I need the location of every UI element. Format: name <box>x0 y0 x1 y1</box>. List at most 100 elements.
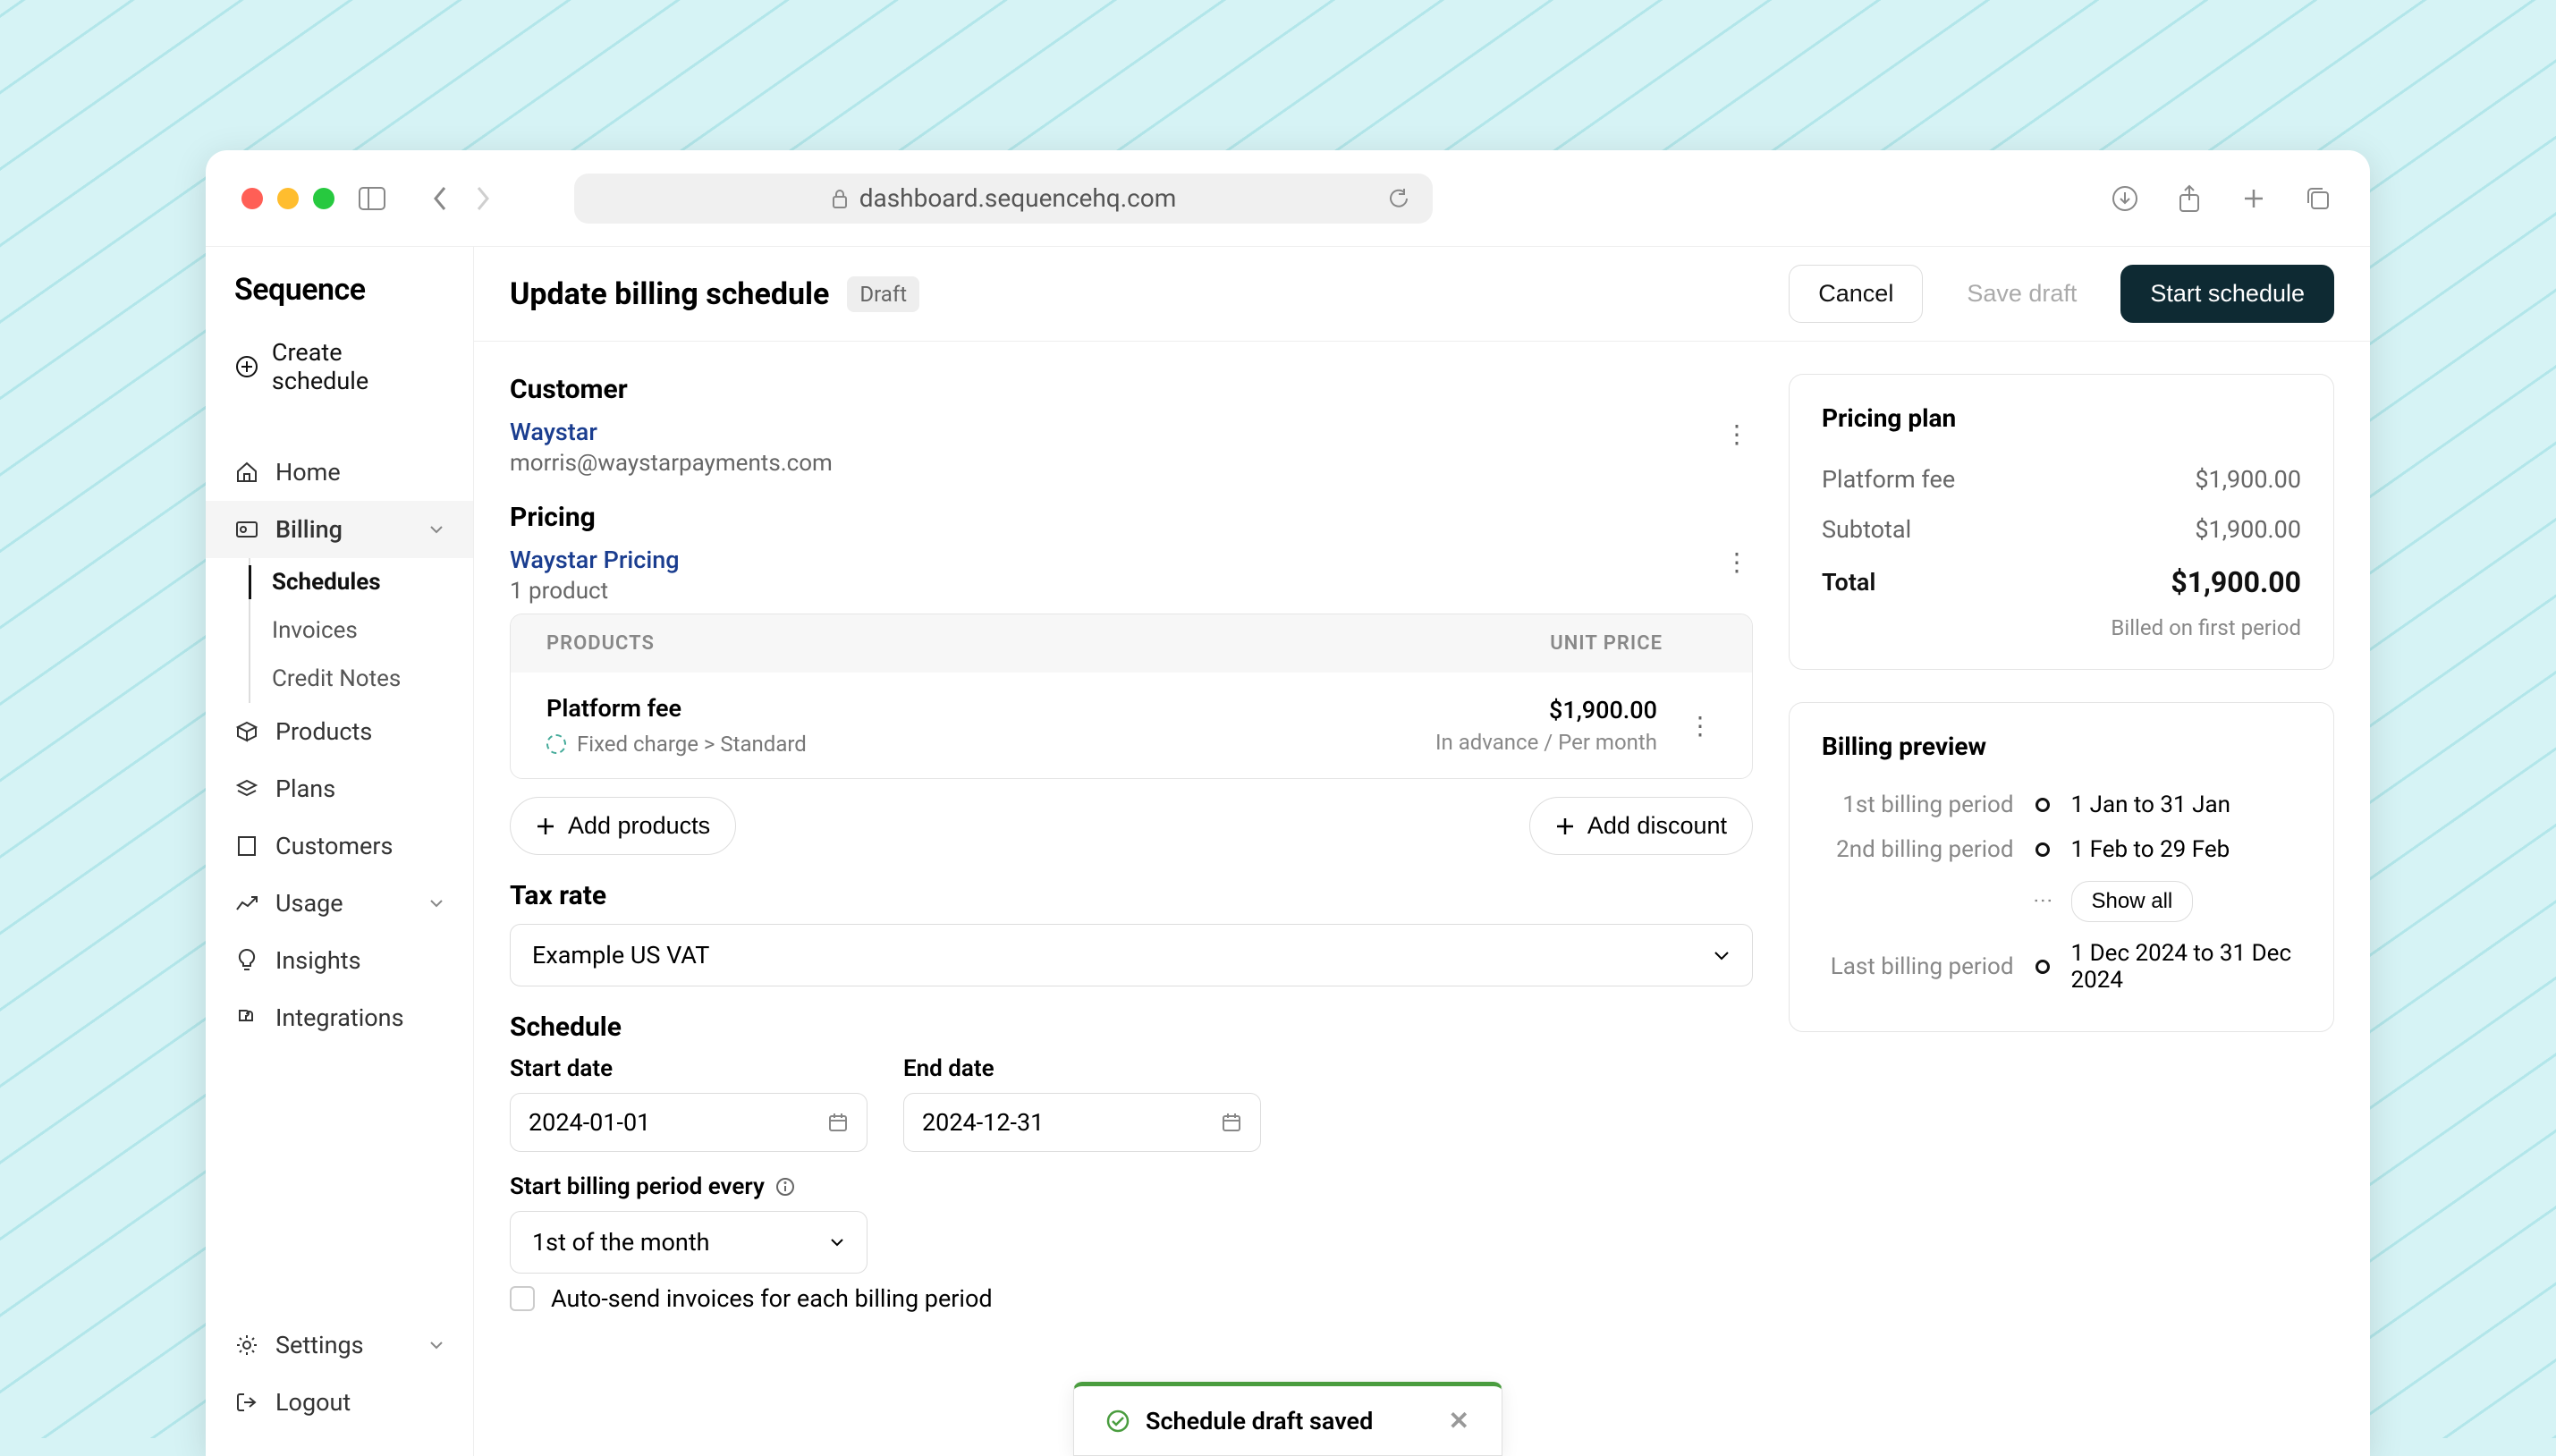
auto-send-checkbox[interactable] <box>510 1286 535 1311</box>
lock-icon <box>831 188 849 209</box>
nav-schedules[interactable]: Schedules <box>250 558 473 606</box>
nav-products-label: Products <box>275 717 372 746</box>
chevron-down-icon <box>428 1340 444 1350</box>
nav-invoices[interactable]: Invoices <box>250 606 473 655</box>
share-icon[interactable] <box>2173 182 2205 215</box>
billing-period-select[interactable]: 1st of the month <box>510 1211 868 1274</box>
plan-subtotal-value: $1,900.00 <box>2195 515 2301 544</box>
toast-close-button[interactable]: ✕ <box>1449 1406 1469 1435</box>
add-discount-button[interactable]: Add discount <box>1529 797 1753 855</box>
col-price-header: UNIT PRICE <box>1550 632 1663 655</box>
box-icon <box>234 719 259 744</box>
nav-products[interactable]: Products <box>206 703 473 760</box>
url-text: dashboard.sequencehq.com <box>859 183 1177 213</box>
period-2-value: 1 Feb to 29 Feb <box>2071 836 2301 863</box>
plan-platform-label: Platform fee <box>1822 465 1955 494</box>
page-header: Update billing schedule Draft Cancel Sav… <box>474 247 2370 342</box>
cancel-button[interactable]: Cancel <box>1789 265 1923 323</box>
sidebar-toggle-icon[interactable] <box>356 182 388 215</box>
pricing-count: 1 product <box>510 578 680 605</box>
schedule-heading: Schedule <box>510 1012 1753 1043</box>
period-2-label: 2nd billing period <box>1822 836 2014 863</box>
nav-logout[interactable]: Logout <box>206 1374 473 1431</box>
page-title: Update billing schedule <box>510 276 829 312</box>
tabs-icon[interactable] <box>2302 182 2334 215</box>
show-all-button[interactable]: Show all <box>2071 881 2194 922</box>
customer-name-link[interactable]: Waystar <box>510 418 833 446</box>
summary-column: Pricing plan Platform fee $1,900.00 Subt… <box>1789 342 2370 1456</box>
minimize-window-button[interactable] <box>277 188 299 209</box>
nav-usage[interactable]: Usage <box>206 875 473 932</box>
create-schedule-label: Create schedule <box>272 338 444 395</box>
info-icon[interactable] <box>775 1177 795 1197</box>
period-1-label: 1st billing period <box>1822 791 2014 818</box>
end-date-input[interactable]: 2024-12-31 <box>903 1093 1261 1152</box>
puzzle-icon <box>234 1005 259 1030</box>
nav-customers[interactable]: Customers <box>206 817 473 875</box>
chevron-down-icon <box>829 1237 845 1248</box>
save-draft-button[interactable]: Save draft <box>1937 265 2106 323</box>
nav-insights-label: Insights <box>275 946 361 975</box>
auto-send-checkbox-row[interactable]: Auto-send invoices for each billing peri… <box>510 1284 1753 1313</box>
nav-plans-label: Plans <box>275 775 335 803</box>
plus-icon <box>1555 817 1575 836</box>
calendar-icon <box>827 1112 849 1133</box>
nav-logout-label: Logout <box>275 1388 351 1417</box>
app-body: Sequence Create schedule Home Billing <box>206 247 2370 1456</box>
charge-type-icon <box>546 734 566 754</box>
add-products-button[interactable]: Add products <box>510 797 736 855</box>
close-window-button[interactable] <box>241 188 263 209</box>
nav-insights[interactable]: Insights <box>206 932 473 989</box>
forward-button[interactable] <box>467 182 499 215</box>
add-products-label: Add products <box>568 812 710 840</box>
address-bar[interactable]: dashboard.sequencehq.com <box>574 174 1433 224</box>
create-schedule-link[interactable]: Create schedule <box>206 326 473 408</box>
new-tab-icon[interactable] <box>2238 182 2270 215</box>
nav-home-label: Home <box>275 458 341 487</box>
calendar-icon <box>1221 1112 1242 1133</box>
tax-rate-select[interactable]: Example US VAT <box>510 924 1753 986</box>
main-content: Update billing schedule Draft Cancel Sav… <box>474 247 2370 1456</box>
nav-billing[interactable]: Billing <box>206 501 473 558</box>
col-products-header: PRODUCTS <box>546 632 655 655</box>
status-badge: Draft <box>847 276 919 312</box>
start-date-input[interactable]: 2024-01-01 <box>510 1093 868 1152</box>
bulb-icon <box>234 948 259 973</box>
add-discount-label: Add discount <box>1587 812 1727 840</box>
period-1-value: 1 Jan to 31 Jan <box>2071 791 2301 818</box>
pricing-menu-button[interactable]: ⋮ <box>1721 546 1753 578</box>
nav-billing-label: Billing <box>275 515 343 544</box>
maximize-window-button[interactable] <box>313 188 334 209</box>
timeline-dot <box>2035 960 2050 974</box>
plus-circle-icon <box>234 354 259 379</box>
nav-credit-notes[interactable]: Credit Notes <box>250 655 473 703</box>
nav-home[interactable]: Home <box>206 444 473 501</box>
product-row: Platform fee Fixed charge > Standard $1,… <box>511 673 1752 778</box>
sidebar: Sequence Create schedule Home Billing <box>206 247 474 1456</box>
nav-integrations[interactable]: Integrations <box>206 989 473 1046</box>
download-icon[interactable] <box>2109 182 2141 215</box>
toast-message: Schedule draft saved <box>1146 1407 1373 1435</box>
pricing-name-link[interactable]: Waystar Pricing <box>510 546 680 574</box>
period-last-value: 1 Dec 2024 to 31 Dec 2024 <box>2071 940 2301 994</box>
browser-titlebar: dashboard.sequencehq.com <box>206 150 2370 247</box>
period-last-label: Last billing period <box>1822 953 2014 980</box>
billing-preview-heading: Billing preview <box>1822 732 2301 761</box>
customer-menu-button[interactable]: ⋮ <box>1721 418 1753 450</box>
form-column: Customer Waystar morris@waystarpayments.… <box>474 342 1789 1456</box>
chevron-down-icon <box>428 524 444 535</box>
product-schedule: In advance / Per month <box>1435 730 1657 755</box>
product-row-menu-button[interactable]: ⋮ <box>1684 709 1716 741</box>
window-controls <box>241 188 334 209</box>
product-name: Platform fee <box>546 694 807 723</box>
reload-button[interactable] <box>1383 182 1415 215</box>
tax-heading: Tax rate <box>510 880 1753 911</box>
products-table: PRODUCTS UNIT PRICE Platform fee Fixed c… <box>510 614 1753 779</box>
ellipsis-icon: ⋮ <box>2033 891 2052 912</box>
nav-settings[interactable]: Settings <box>206 1316 473 1374</box>
back-button[interactable] <box>424 182 456 215</box>
browser-window: dashboard.sequencehq.com Sequence <box>206 150 2370 1456</box>
logo: Sequence <box>206 272 473 326</box>
nav-plans[interactable]: Plans <box>206 760 473 817</box>
start-schedule-button[interactable]: Start schedule <box>2120 265 2334 323</box>
